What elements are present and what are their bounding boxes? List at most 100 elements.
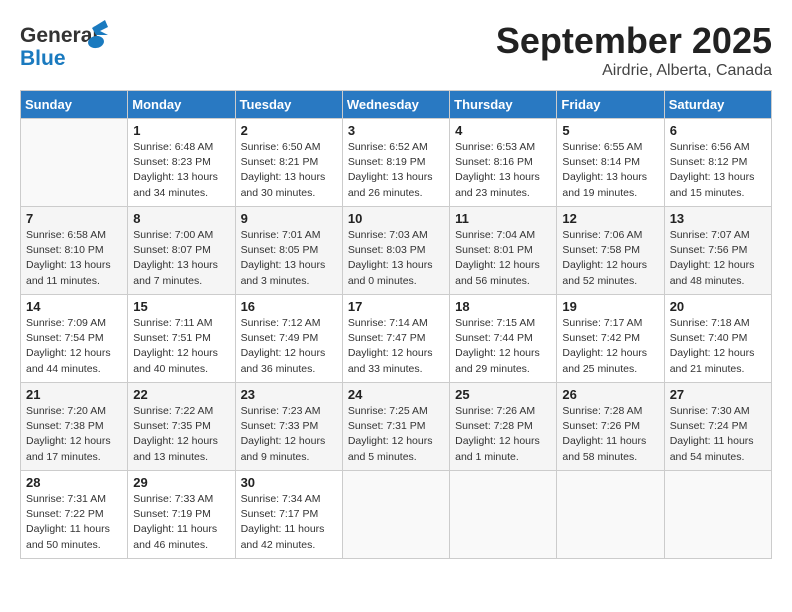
calendar-day-22: 22 Sunrise: 7:22 AMSunset: 7:35 PMDayligh… bbox=[128, 383, 235, 471]
calendar-empty-cell bbox=[342, 471, 449, 559]
calendar-day-12: 12Sunrise: 7:06 AMSunset: 7:58 PMDayligh… bbox=[557, 207, 664, 295]
calendar-day-18: 18 Sunrise: 7:15 AMSunset: 7:44 PMDayligh… bbox=[450, 295, 557, 383]
svg-text:General: General bbox=[20, 24, 98, 47]
day-number: 21 bbox=[26, 387, 122, 402]
weekday-header-wednesday: Wednesday bbox=[342, 91, 449, 119]
calendar-day-5: 5 Sunrise: 6:55 AMSunset: 8:14 PMDaylight… bbox=[557, 119, 664, 207]
day-number: 30 bbox=[241, 475, 337, 490]
day-number: 28 bbox=[26, 475, 122, 490]
day-info: Sunrise: 7:04 AMSunset: 8:01 PMDaylight:… bbox=[455, 228, 551, 289]
day-info: Sunrise: 7:28 AMSunset: 7:26 PMDaylight:… bbox=[562, 404, 658, 465]
calendar-week-row: 28 Sunrise: 7:31 AMSunset: 7:22 PMDayligh… bbox=[21, 471, 772, 559]
day-number: 15 bbox=[133, 299, 229, 314]
calendar-day-24: 24 Sunrise: 7:25 AMSunset: 7:31 PMDayligh… bbox=[342, 383, 449, 471]
day-info: Sunrise: 7:18 AMSunset: 7:40 PMDaylight:… bbox=[670, 316, 766, 377]
calendar-day-3: 3 Sunrise: 6:52 AMSunset: 8:19 PMDaylight… bbox=[342, 119, 449, 207]
calendar-day-15: 15 Sunrise: 7:11 AMSunset: 7:51 PMDayligh… bbox=[128, 295, 235, 383]
day-info: Sunrise: 6:52 AMSunset: 8:19 PMDaylight:… bbox=[348, 140, 444, 201]
calendar-day-1: 1 Sunrise: 6:48 AMSunset: 8:23 PMDaylight… bbox=[128, 119, 235, 207]
day-info: Sunrise: 7:25 AMSunset: 7:31 PMDaylight:… bbox=[348, 404, 444, 465]
calendar-day-14: 14 Sunrise: 7:09 AMSunset: 7:54 PMDayligh… bbox=[21, 295, 128, 383]
day-number: 14 bbox=[26, 299, 122, 314]
calendar-week-row: 21 Sunrise: 7:20 AMSunset: 7:38 PMDayligh… bbox=[21, 383, 772, 471]
location: Airdrie, Alberta, Canada bbox=[496, 62, 772, 80]
day-number: 3 bbox=[348, 123, 444, 138]
day-number: 11 bbox=[455, 211, 551, 226]
calendar-day-4: 4Sunrise: 6:53 AMSunset: 8:16 PMDaylight… bbox=[450, 119, 557, 207]
day-number: 24 bbox=[348, 387, 444, 402]
day-number: 10 bbox=[348, 211, 444, 226]
day-info: Sunrise: 7:30 AMSunset: 7:24 PMDaylight:… bbox=[670, 404, 766, 465]
day-number: 8 bbox=[133, 211, 229, 226]
day-info: Sunrise: 6:56 AMSunset: 8:12 PMDaylight:… bbox=[670, 140, 766, 201]
calendar-day-16: 16Sunrise: 7:12 AMSunset: 7:49 PMDayligh… bbox=[235, 295, 342, 383]
calendar-day-23: 23 Sunrise: 7:23 AMSunset: 7:33 PMDayligh… bbox=[235, 383, 342, 471]
calendar-day-19: 19Sunrise: 7:17 AMSunset: 7:42 PMDayligh… bbox=[557, 295, 664, 383]
day-number: 4 bbox=[455, 123, 551, 138]
calendar-empty-cell bbox=[664, 471, 771, 559]
weekday-header-friday: Friday bbox=[557, 91, 664, 119]
calendar-day-10: 10 Sunrise: 7:03 AMSunset: 8:03 PMDayligh… bbox=[342, 207, 449, 295]
day-number: 23 bbox=[241, 387, 337, 402]
day-info: Sunrise: 7:09 AMSunset: 7:54 PMDaylight:… bbox=[26, 316, 122, 377]
day-info: Sunrise: 6:55 AMSunset: 8:14 PMDaylight:… bbox=[562, 140, 658, 201]
day-info: Sunrise: 7:14 AMSunset: 7:47 PMDaylight:… bbox=[348, 316, 444, 377]
calendar-day-26: 26 Sunrise: 7:28 AMSunset: 7:26 PMDayligh… bbox=[557, 383, 664, 471]
calendar-day-30: 30Sunrise: 7:34 AMSunset: 7:17 PMDayligh… bbox=[235, 471, 342, 559]
calendar-empty-cell bbox=[21, 119, 128, 207]
day-info: Sunrise: 6:50 AMSunset: 8:21 PMDaylight:… bbox=[241, 140, 337, 201]
day-info: Sunrise: 7:03 AMSunset: 8:03 PMDaylight:… bbox=[348, 228, 444, 289]
calendar-week-row: 14 Sunrise: 7:09 AMSunset: 7:54 PMDayligh… bbox=[21, 295, 772, 383]
logo: General Blue bbox=[20, 20, 110, 72]
day-info: Sunrise: 7:23 AMSunset: 7:33 PMDaylight:… bbox=[241, 404, 337, 465]
day-number: 22 bbox=[133, 387, 229, 402]
day-info: Sunrise: 7:20 AMSunset: 7:38 PMDaylight:… bbox=[26, 404, 122, 465]
day-number: 17 bbox=[348, 299, 444, 314]
month-title: September 2025 bbox=[496, 20, 772, 62]
calendar-day-2: 2 Sunrise: 6:50 AMSunset: 8:21 PMDaylight… bbox=[235, 119, 342, 207]
day-info: Sunrise: 7:26 AMSunset: 7:28 PMDaylight:… bbox=[455, 404, 551, 465]
day-info: Sunrise: 7:17 AMSunset: 7:42 PMDaylight:… bbox=[562, 316, 658, 377]
calendar-day-9: 9 Sunrise: 7:01 AMSunset: 8:05 PMDaylight… bbox=[235, 207, 342, 295]
day-number: 26 bbox=[562, 387, 658, 402]
day-number: 9 bbox=[241, 211, 337, 226]
day-info: Sunrise: 6:48 AMSunset: 8:23 PMDaylight:… bbox=[133, 140, 229, 201]
day-info: Sunrise: 7:01 AMSunset: 8:05 PMDaylight:… bbox=[241, 228, 337, 289]
calendar-day-8: 8 Sunrise: 7:00 AMSunset: 8:07 PMDaylight… bbox=[128, 207, 235, 295]
calendar-week-row: 1 Sunrise: 6:48 AMSunset: 8:23 PMDaylight… bbox=[21, 119, 772, 207]
calendar-day-17: 17 Sunrise: 7:14 AMSunset: 7:47 PMDayligh… bbox=[342, 295, 449, 383]
day-number: 29 bbox=[133, 475, 229, 490]
weekday-header-tuesday: Tuesday bbox=[235, 91, 342, 119]
weekday-header-monday: Monday bbox=[128, 91, 235, 119]
day-number: 25 bbox=[455, 387, 551, 402]
logo-svg: General Blue bbox=[20, 20, 110, 72]
weekday-header-sunday: Sunday bbox=[21, 91, 128, 119]
day-number: 2 bbox=[241, 123, 337, 138]
weekday-header-saturday: Saturday bbox=[664, 91, 771, 119]
calendar-day-7: 7Sunrise: 6:58 AMSunset: 8:10 PMDaylight… bbox=[21, 207, 128, 295]
day-info: Sunrise: 7:11 AMSunset: 7:51 PMDaylight:… bbox=[133, 316, 229, 377]
calendar-empty-cell bbox=[557, 471, 664, 559]
day-number: 18 bbox=[455, 299, 551, 314]
day-number: 16 bbox=[241, 299, 337, 314]
calendar-day-28: 28 Sunrise: 7:31 AMSunset: 7:22 PMDayligh… bbox=[21, 471, 128, 559]
day-info: Sunrise: 7:15 AMSunset: 7:44 PMDaylight:… bbox=[455, 316, 551, 377]
day-number: 1 bbox=[133, 123, 229, 138]
day-info: Sunrise: 7:06 AMSunset: 7:58 PMDaylight:… bbox=[562, 228, 658, 289]
day-info: Sunrise: 7:22 AMSunset: 7:35 PMDaylight:… bbox=[133, 404, 229, 465]
day-number: 20 bbox=[670, 299, 766, 314]
day-number: 5 bbox=[562, 123, 658, 138]
calendar-day-13: 13Sunrise: 7:07 AMSunset: 7:56 PMDayligh… bbox=[664, 207, 771, 295]
calendar-day-27: 27Sunrise: 7:30 AMSunset: 7:24 PMDayligh… bbox=[664, 383, 771, 471]
calendar-empty-cell bbox=[450, 471, 557, 559]
day-info: Sunrise: 7:00 AMSunset: 8:07 PMDaylight:… bbox=[133, 228, 229, 289]
calendar-week-row: 7Sunrise: 6:58 AMSunset: 8:10 PMDaylight… bbox=[21, 207, 772, 295]
calendar-day-11: 11 Sunrise: 7:04 AMSunset: 8:01 PMDayligh… bbox=[450, 207, 557, 295]
day-info: Sunrise: 7:31 AMSunset: 7:22 PMDaylight:… bbox=[26, 492, 122, 553]
day-info: Sunrise: 6:58 AMSunset: 8:10 PMDaylight:… bbox=[26, 228, 122, 289]
svg-text:Blue: Blue bbox=[20, 47, 66, 70]
calendar-day-29: 29 Sunrise: 7:33 AMSunset: 7:19 PMDayligh… bbox=[128, 471, 235, 559]
weekday-header-row: SundayMondayTuesdayWednesdayThursdayFrid… bbox=[21, 91, 772, 119]
title-area: September 2025 Airdrie, Alberta, Canada bbox=[496, 20, 772, 80]
day-info: Sunrise: 7:33 AMSunset: 7:19 PMDaylight:… bbox=[133, 492, 229, 553]
